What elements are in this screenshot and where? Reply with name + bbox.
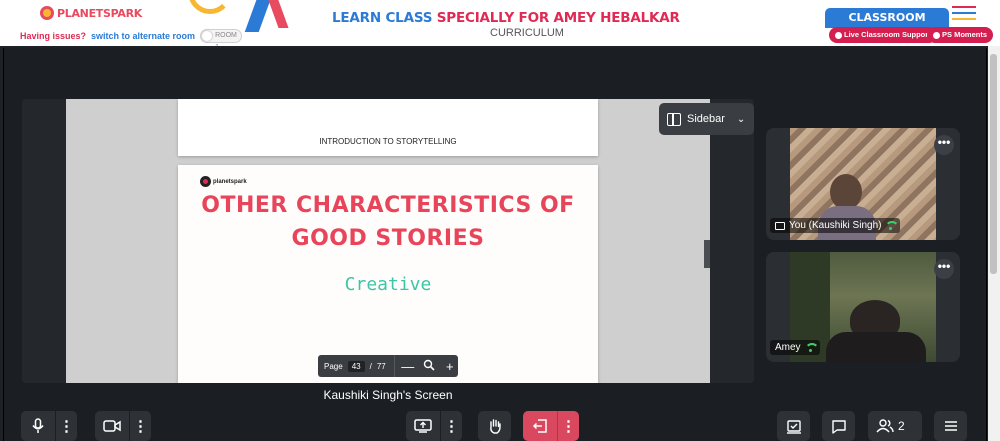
ps-moments-button[interactable]: PS Moments xyxy=(927,27,994,43)
leave-options-button[interactable]: ⋮ xyxy=(557,411,579,441)
participant-name: You (Kaushiki Singh) xyxy=(789,220,882,231)
decorative-stripe-icon xyxy=(265,0,289,28)
microphone-options-button[interactable]: ⋮ xyxy=(55,411,77,441)
participant-body xyxy=(826,332,926,362)
pager-divider xyxy=(393,355,395,377)
leave-button[interactable] xyxy=(523,411,557,441)
poll-button[interactable] xyxy=(777,411,810,441)
switch-room-link[interactable]: switch to alternate room xyxy=(91,31,195,41)
hamburger-menu-icon xyxy=(944,421,957,431)
decorative-arc-icon xyxy=(188,0,232,14)
brand-name: PLANETSPARK xyxy=(57,6,142,20)
class-title-student: SPECIALLY FOR AMEY HEBALKAR xyxy=(436,10,680,26)
chat-control xyxy=(822,411,855,441)
planetspark-logo[interactable]: PLANETSPARK xyxy=(40,6,142,20)
screen-share-icon xyxy=(775,221,785,230)
leave-control: ⋮ xyxy=(523,411,579,441)
participants-icon xyxy=(876,419,894,433)
slide-logo: planetspark xyxy=(200,176,247,187)
zoom-out-button[interactable]: — xyxy=(400,359,416,374)
current-page-input[interactable]: 43 xyxy=(347,360,365,372)
hand-icon xyxy=(489,419,501,434)
participant-tile[interactable]: ••• Amey xyxy=(766,252,960,362)
total-pages: 77 xyxy=(376,361,386,371)
menu-icon[interactable] xyxy=(952,6,976,22)
planetspark-logo-icon xyxy=(40,6,54,20)
page-heading: INTRODUCTION TO STORYTELLING xyxy=(319,137,457,146)
camera-icon xyxy=(103,420,121,432)
wifi-signal-icon xyxy=(885,221,900,230)
participant-name-tag: You (Kaushiki Singh) xyxy=(770,218,901,233)
curriculum-tab[interactable]: CURRICULUM xyxy=(490,27,564,39)
poll-icon xyxy=(786,419,801,434)
live-classroom-support-button[interactable]: Live Classroom Support xyxy=(829,27,937,43)
alternate-room-row: Having issues? switch to alternate room … xyxy=(20,29,243,51)
chat-button[interactable] xyxy=(822,411,855,441)
moments-label: PS Moments xyxy=(942,30,988,39)
participant-face xyxy=(830,174,862,210)
page-navigator: Page 43 / 77 — + xyxy=(318,355,458,377)
participant-more-button[interactable]: ••• xyxy=(934,259,954,279)
page-label: Page xyxy=(324,361,343,371)
slide-subtitle: Creative xyxy=(344,274,432,295)
leave-icon xyxy=(532,419,547,433)
raise-hand-button[interactable] xyxy=(478,411,511,441)
wifi-signal-icon xyxy=(804,343,819,352)
participant-name-tag: Amey xyxy=(770,340,820,355)
screen-share-icon xyxy=(414,419,432,433)
shared-document-viewer[interactable]: INTRODUCTION TO STORYTELLING planetspark… xyxy=(66,99,710,383)
participant-more-button[interactable]: ••• xyxy=(934,135,954,155)
microphone-control: ⋮ xyxy=(21,411,77,441)
participants-control[interactable]: 2 xyxy=(868,411,922,441)
zoom-in-button[interactable]: + xyxy=(442,359,458,374)
poll-control xyxy=(777,411,810,441)
issues-text: Having issues? xyxy=(20,31,87,41)
screen-owner-label: Kaushiki Singh's Screen xyxy=(323,388,453,402)
moments-icon xyxy=(933,31,940,39)
participants-count: 2 xyxy=(898,419,905,433)
sidebar-label: Sidebar xyxy=(687,113,725,125)
camera-button[interactable] xyxy=(95,411,129,441)
camera-options-button[interactable]: ⋮ xyxy=(129,411,151,441)
slide-title-line-2: GOOD STORIES xyxy=(291,226,485,251)
microphone-button[interactable] xyxy=(21,411,55,441)
microphone-icon xyxy=(32,418,44,433)
participant-name: Amey xyxy=(775,342,801,353)
slide-title-line-1: OTHER CHARACTERISTICS OF xyxy=(201,193,575,218)
document-page-current: planetspark OTHER CHARACTERISTICS OF GOO… xyxy=(178,165,598,383)
class-title: LEARN CLASS SPECIALLY FOR AMEY HEBALKAR xyxy=(332,10,680,26)
slide-logo-icon xyxy=(200,176,211,187)
screen-share-options-button[interactable]: ⋮ xyxy=(440,411,462,441)
screen-share-button[interactable] xyxy=(406,411,440,441)
class-title-prefix: LEARN CLASS xyxy=(332,10,433,26)
room-toggle[interactable]: ROOM 1 xyxy=(200,29,243,51)
support-icon xyxy=(835,31,842,39)
support-label: Live Classroom Support xyxy=(844,30,931,39)
slide-title: OTHER CHARACTERISTICS OF GOOD STORIES xyxy=(178,189,598,255)
slide-logo-text: planetspark xyxy=(213,178,247,185)
document-page-previous: INTRODUCTION TO STORYTELLING xyxy=(178,99,598,156)
top-header: PLANETSPARK LEARN CLASS SPECIALLY FOR AM… xyxy=(0,0,1000,51)
sidebar-toggle-button[interactable]: Sidebar ⌄ xyxy=(659,103,754,135)
sidebar-layout-icon xyxy=(667,112,681,126)
raise-hand-control xyxy=(478,411,511,441)
more-options-control xyxy=(934,411,967,441)
page-scrollbar-thumb[interactable] xyxy=(990,54,997,274)
viewer-resize-handle[interactable] xyxy=(704,240,710,268)
screen-share-control: ⋮ xyxy=(406,411,462,441)
page-separator: / xyxy=(369,361,372,371)
chevron-down-icon: ⌄ xyxy=(736,113,746,125)
classroom-tab[interactable]: CLASSROOM xyxy=(825,8,949,28)
participant-tile[interactable]: ••• You (Kaushiki Singh) xyxy=(766,128,960,240)
zoom-icon[interactable] xyxy=(421,359,437,374)
camera-control: ⋮ xyxy=(95,411,151,441)
chat-icon xyxy=(831,419,846,434)
more-options-button[interactable] xyxy=(934,411,967,441)
decorative-stripe-icon xyxy=(244,0,274,32)
